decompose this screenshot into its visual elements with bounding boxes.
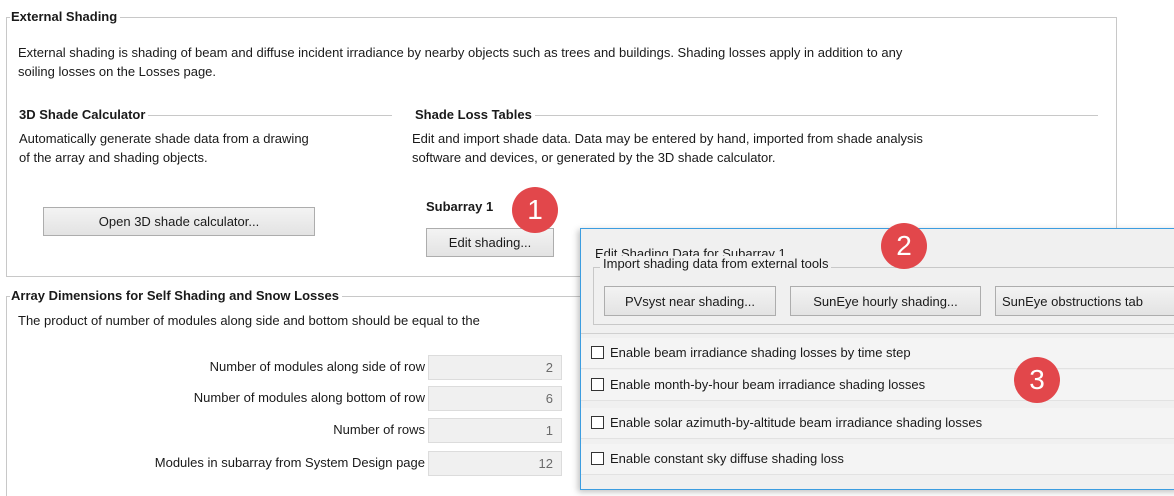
- external-shading-description-line2: soiling losses on the Losses page.: [18, 64, 217, 79]
- field-label-modules-in-subarray: Modules in subarray from System Design p…: [154, 455, 425, 470]
- checkbox-label-sky-diffuse[interactable]: Enable constant sky diffuse shading loss: [610, 451, 844, 466]
- tables-title: Shade Loss Tables: [414, 108, 535, 122]
- checkbox-row-azimuth-altitude: Enable solar azimuth-by-altitude beam ir…: [581, 408, 1174, 439]
- tables-desc-line2: software and devices, or generated by th…: [412, 150, 776, 165]
- checkbox-azimuth-altitude[interactable]: [591, 416, 604, 429]
- calculator-desc-line2: of the array and shading objects.: [19, 150, 208, 165]
- external-shading-title: External Shading: [10, 10, 121, 24]
- suneye-obstructions-button[interactable]: SunEye obstructions tab: [995, 286, 1174, 316]
- checkbox-time-step[interactable]: [591, 346, 604, 359]
- field-modules-bottom: 6: [428, 386, 562, 411]
- external-shading-description-line1: External shading is shading of beam and …: [18, 45, 903, 60]
- calculator-desc-line1: Automatically generate shade data from a…: [19, 131, 309, 146]
- checkbox-row-time-step: Enable beam irradiance shading losses by…: [581, 338, 1174, 369]
- array-dimensions-description: The product of number of modules along s…: [18, 313, 480, 328]
- pvsyst-near-shading-button[interactable]: PVsyst near shading...: [604, 286, 776, 316]
- checkbox-sky-diffuse[interactable]: [591, 452, 604, 465]
- callout-badge-2: 2: [881, 223, 927, 269]
- calculator-title: 3D Shade Calculator: [18, 107, 149, 122]
- callout-badge-1: 1: [512, 187, 558, 233]
- open-3d-shade-calculator-button[interactable]: Open 3D shade calculator...: [43, 207, 315, 236]
- tables-title-text: Shade Loss Tables: [415, 107, 532, 122]
- checkbox-label-month-by-hour[interactable]: Enable month-by-hour beam irradiance sha…: [610, 377, 925, 392]
- checkbox-label-time-step[interactable]: Enable beam irradiance shading losses by…: [610, 345, 911, 360]
- suneye-hourly-shading-button[interactable]: SunEye hourly shading...: [790, 286, 981, 316]
- field-number-of-rows: 1: [428, 418, 562, 443]
- dialog-divider: [581, 333, 1174, 334]
- field-label-modules-side: Number of modules along side of row: [209, 359, 425, 374]
- field-modules-side: 2: [428, 355, 562, 380]
- edit-shading-dialog: Edit Shading Data for Subarray 1 Import …: [580, 228, 1174, 490]
- tables-desc-line1: Edit and import shade data. Data may be …: [412, 131, 923, 146]
- checkbox-row-sky-diffuse: Enable constant sky diffuse shading loss: [581, 444, 1174, 475]
- field-label-modules-bottom: Number of modules along bottom of row: [193, 390, 425, 405]
- array-dimensions-title: Array Dimensions for Self Shading and Sn…: [10, 289, 342, 303]
- calculator-title-text: 3D Shade Calculator: [19, 107, 146, 122]
- callout-badge-3: 3: [1014, 357, 1060, 403]
- checkbox-label-azimuth-altitude[interactable]: Enable solar azimuth-by-altitude beam ir…: [610, 415, 982, 430]
- field-modules-in-subarray: 12: [428, 451, 562, 476]
- checkbox-month-by-hour[interactable]: [591, 378, 604, 391]
- import-group-title: Import shading data from external tools: [600, 256, 832, 271]
- field-label-number-of-rows: Number of rows: [333, 422, 425, 437]
- subarray-label: Subarray 1: [426, 199, 494, 214]
- checkbox-row-month-by-hour: Enable month-by-hour beam irradiance sha…: [581, 370, 1174, 401]
